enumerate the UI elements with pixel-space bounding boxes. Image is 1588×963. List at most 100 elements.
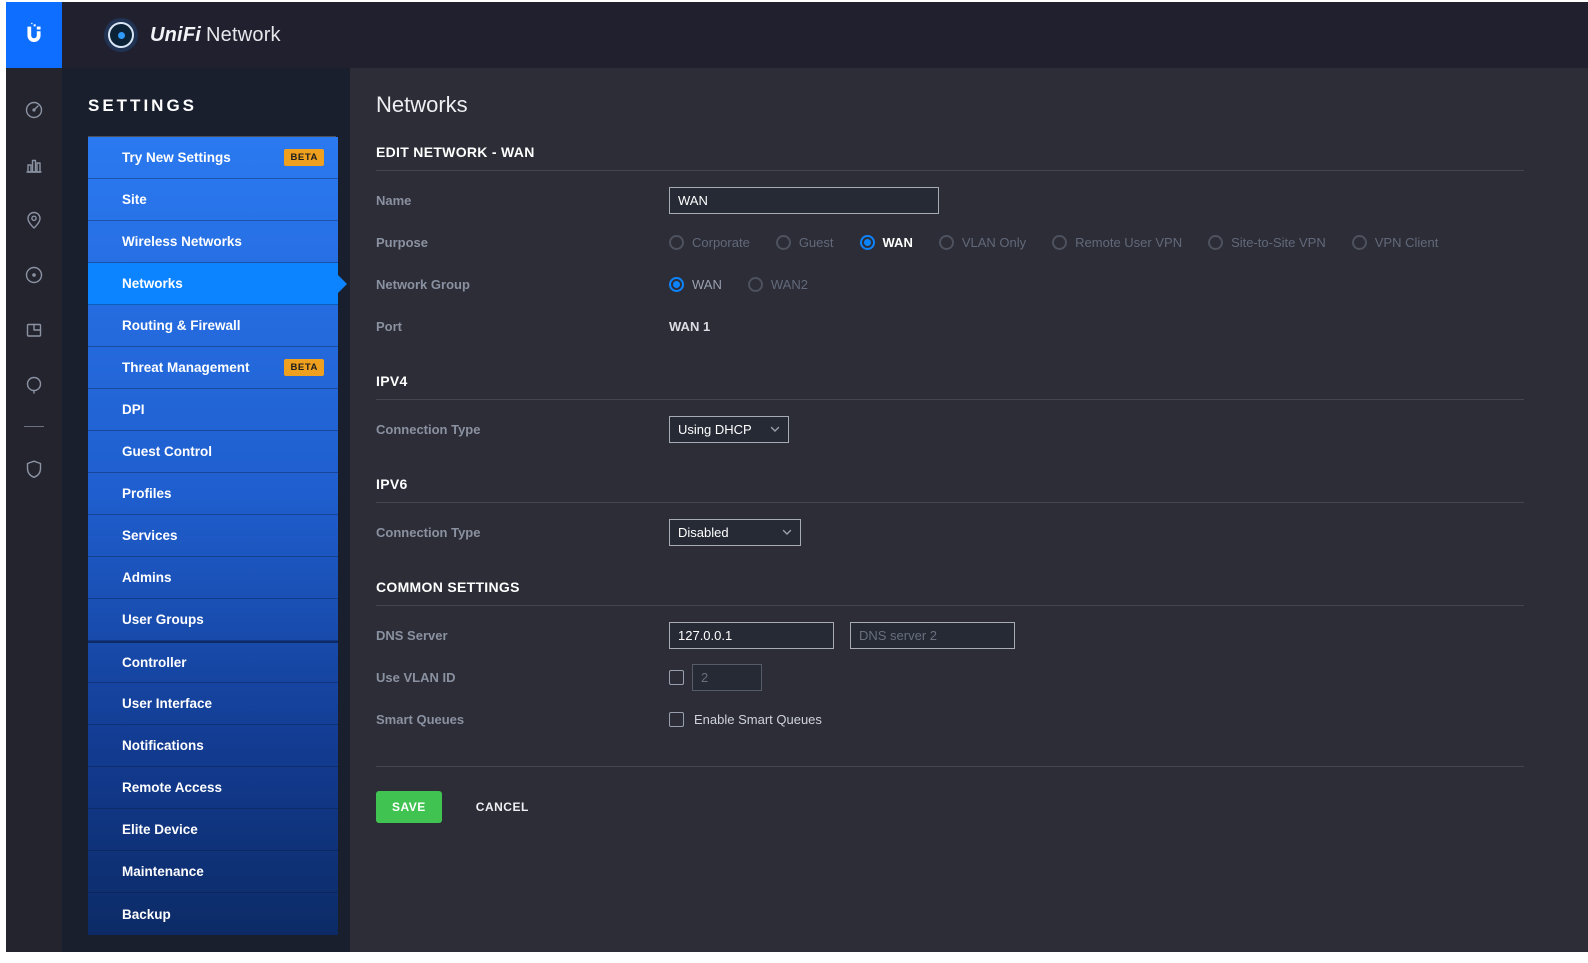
- sidebar-item-profiles[interactable]: Profiles: [88, 473, 338, 515]
- sidebar-item-remote-access[interactable]: Remote Access: [88, 767, 338, 809]
- settings-heading: SETTINGS: [88, 68, 336, 137]
- sidebar-item-backup[interactable]: Backup: [88, 893, 338, 935]
- sidebar-item-label: DPI: [122, 402, 145, 417]
- nav-security[interactable]: [6, 441, 62, 496]
- actions-divider: [376, 766, 1524, 767]
- common-settings-section-title: COMMON SETTINGS: [376, 579, 1524, 606]
- sidebar-item-user-interface[interactable]: User Interface: [88, 683, 338, 725]
- radio-vlan-only[interactable]: VLAN Only: [938, 234, 1026, 250]
- sidebar-item-maintenance[interactable]: Maintenance: [88, 851, 338, 893]
- radio-guest[interactable]: Guest: [775, 234, 834, 250]
- nav-statistics[interactable]: [6, 137, 62, 192]
- dns-server-input[interactable]: [669, 621, 834, 649]
- select-value: Using DHCP: [678, 421, 752, 437]
- ipv6-connection-type-select[interactable]: Disabled: [669, 518, 801, 546]
- shield-icon: [26, 460, 42, 478]
- field-label: Purpose: [376, 234, 429, 250]
- field-label: Connection Type: [376, 421, 481, 437]
- dns-server-2-input[interactable]: [850, 621, 1015, 649]
- field-label: Connection Type: [376, 524, 481, 540]
- radio-wan[interactable]: WAN: [859, 234, 913, 250]
- sidebar-item-label: Try New Settings: [122, 150, 231, 165]
- radio-remote-user-vpn[interactable]: Remote User VPN: [1052, 234, 1182, 250]
- sidebar-item-label: Threat Management: [122, 360, 250, 375]
- nav-dashboard[interactable]: [6, 82, 62, 137]
- nav-map[interactable]: [6, 192, 62, 247]
- chevron-down-icon: [770, 426, 780, 432]
- sidebar-item-user-groups[interactable]: User Groups: [88, 599, 338, 641]
- ubiquiti-logo-button[interactable]: [6, 2, 62, 68]
- hotspot-icon: [26, 376, 42, 394]
- cancel-button[interactable]: CANCEL: [470, 799, 535, 815]
- radio-site-to-site-vpn[interactable]: Site-to-Site VPN: [1208, 234, 1326, 250]
- radio-icon: [938, 234, 954, 250]
- form-actions: SAVE CANCEL: [376, 791, 1524, 823]
- sidebar-item-elite-device[interactable]: Elite Device: [88, 809, 338, 851]
- nav-devices[interactable]: [6, 247, 62, 302]
- save-button[interactable]: SAVE: [376, 791, 442, 823]
- sidebar-item-dpi[interactable]: DPI: [88, 389, 338, 431]
- sidebar-item-label: Backup: [122, 906, 171, 922]
- sidebar-item-label: Networks: [122, 276, 183, 291]
- radio-network-group-wan2[interactable]: WAN2: [747, 276, 808, 292]
- dns-server-row: DNS Server: [376, 614, 1524, 656]
- radio-label: WAN2: [770, 276, 808, 292]
- sidebar-item-label: Routing & Firewall: [122, 318, 241, 333]
- ipv6-connection-type-row: Connection Type Disabled: [376, 511, 1524, 553]
- bar-chart-icon: [26, 159, 42, 173]
- beta-badge: BETA: [284, 149, 324, 166]
- floorplan-icon: [26, 323, 42, 337]
- sidebar-item-label: Maintenance: [122, 864, 204, 879]
- field-label: Name: [376, 192, 412, 208]
- smart-queues-checkbox[interactable]: [669, 711, 684, 727]
- page-title: Networks: [376, 92, 468, 117]
- network-group-radio-group: WAN WAN2: [669, 276, 808, 292]
- unifi-app-window: UniFi Network SETTINGS Try New Settings …: [6, 2, 1588, 952]
- port-row: Port WAN 1: [376, 305, 1524, 347]
- sidebar-item-site[interactable]: Site: [88, 179, 338, 221]
- radio-icon: [669, 276, 684, 292]
- gauge-icon: [25, 101, 43, 118]
- sidebar-item-controller[interactable]: Controller: [88, 641, 338, 683]
- topbar: UniFi Network: [6, 2, 1588, 68]
- radio-network-group-wan[interactable]: WAN: [669, 276, 722, 292]
- sidebar-item-threat-management[interactable]: Threat Management BETA: [88, 347, 338, 389]
- field-label: Smart Queues: [376, 711, 465, 727]
- sidebar-item-label: Controller: [122, 655, 187, 670]
- sidebar-item-guest-control[interactable]: Guest Control: [88, 431, 338, 473]
- brand-product: Network: [206, 23, 281, 46]
- sidebar-item-admins[interactable]: Admins: [88, 557, 338, 599]
- purpose-row: Purpose Corporate Guest WAN VLAN Only Re…: [376, 221, 1524, 263]
- radio-icon: [859, 234, 875, 250]
- rail-divider: [24, 426, 44, 427]
- radio-corporate[interactable]: Corporate: [669, 234, 750, 250]
- nav-clients[interactable]: [6, 302, 62, 357]
- sidebar-item-label: User Groups: [122, 612, 204, 627]
- edit-network-section-title: EDIT NETWORK - WAN: [376, 144, 1524, 171]
- settings-menu: Try New Settings BETA Site Wireless Netw…: [88, 137, 347, 935]
- sidebar-item-try-new-settings[interactable]: Try New Settings BETA: [88, 137, 338, 179]
- sidebar-item-routing-firewall[interactable]: Routing & Firewall: [88, 305, 338, 347]
- vlan-id-input[interactable]: [692, 663, 762, 691]
- radio-label: WAN: [882, 234, 913, 250]
- sidebar-item-notifications[interactable]: Notifications: [88, 725, 338, 767]
- radio-vpn-client[interactable]: VPN Client: [1351, 234, 1438, 250]
- sidebar-item-label: Profiles: [122, 486, 172, 501]
- name-row: Name: [376, 179, 1524, 221]
- network-name-input[interactable]: [669, 186, 939, 214]
- icon-rail: [6, 68, 62, 952]
- ipv4-connection-type-select[interactable]: Using DHCP: [669, 415, 789, 443]
- radio-icon: [1052, 234, 1068, 250]
- network-group-row: Network Group WAN WAN2: [376, 263, 1524, 305]
- field-label: Network Group: [376, 276, 470, 292]
- sidebar-item-networks[interactable]: Networks: [88, 263, 347, 305]
- sidebar-item-wireless-networks[interactable]: Wireless Networks: [88, 221, 338, 263]
- sidebar-item-services[interactable]: Services: [88, 515, 338, 557]
- select-value: Disabled: [678, 524, 729, 540]
- radio-label: Corporate: [692, 234, 750, 250]
- ipv6-section-title: IPV6: [376, 476, 1524, 503]
- field-label: Use VLAN ID: [376, 669, 456, 685]
- nav-insights[interactable]: [6, 357, 62, 412]
- vlan-checkbox[interactable]: [669, 669, 684, 685]
- ipv4-section-title: IPV4: [376, 373, 1524, 400]
